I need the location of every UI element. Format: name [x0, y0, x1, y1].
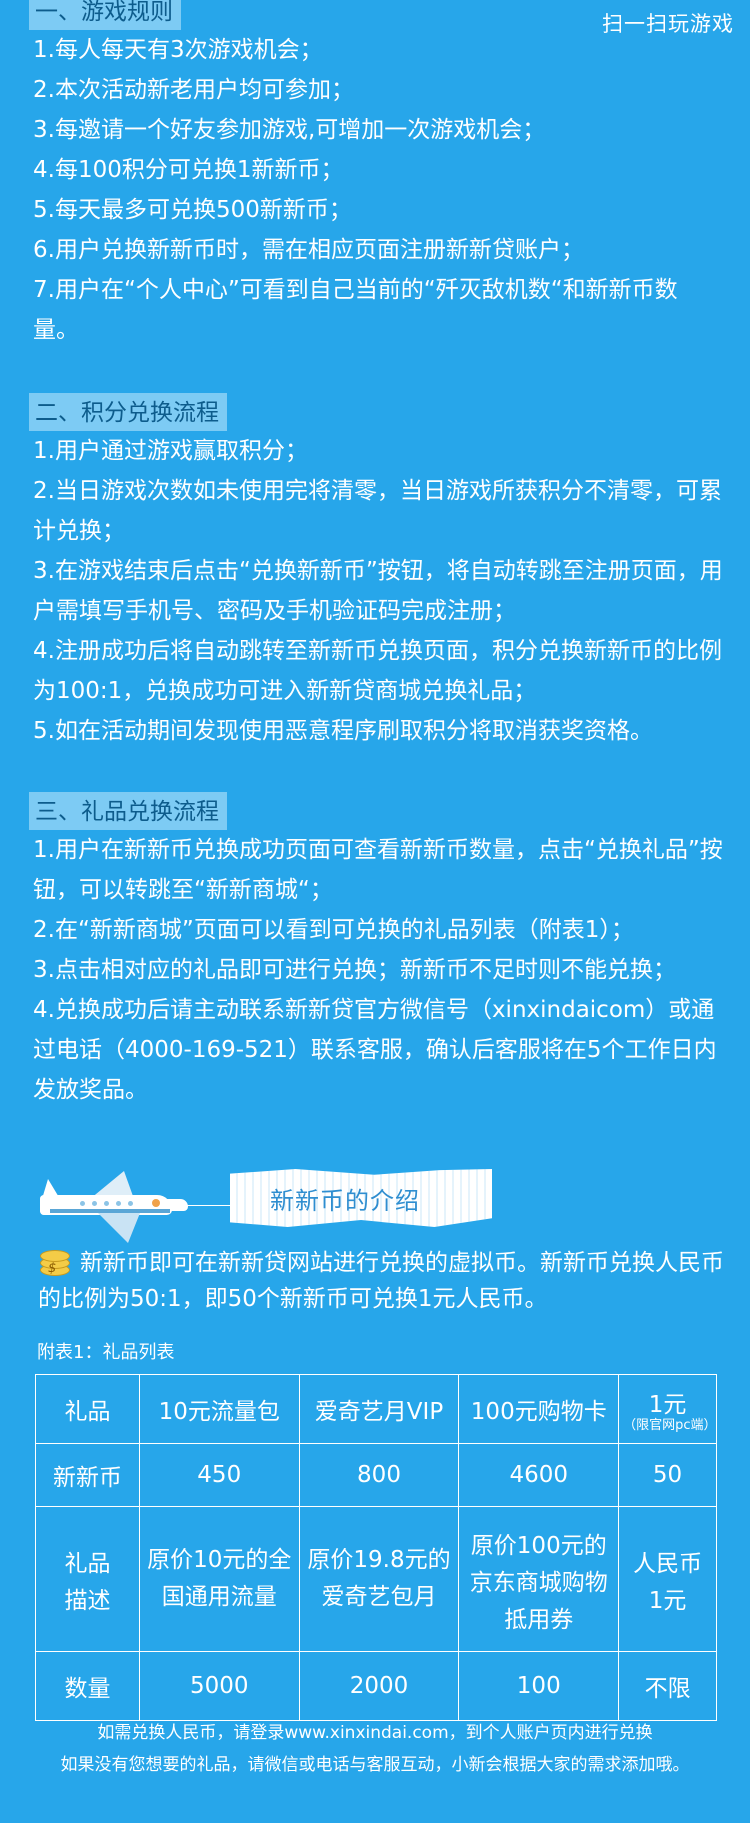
row-label: 礼品描述 [35, 1506, 140, 1652]
gift-coins: 50 [618, 1443, 717, 1507]
row-label: 礼品 [35, 1374, 140, 1444]
table-row: 数量 5000 2000 100 不限 [35, 1651, 717, 1721]
section-points-exchange: 二、积分兑换流程 1.用户通过游戏赢取积分； 2.当日游戏次数如未使用完将清零，… [0, 393, 750, 751]
gift-qty: 2000 [298, 1651, 460, 1721]
gift-desc: 人民币1元 [618, 1506, 717, 1652]
gift-table: 礼品 10元流量包 爱奇艺月VIP 100元购物卡 1元 （限官网pc端） 新新… [35, 1374, 717, 1721]
list-item: 7.用户在“个人中心”可看到自己当前的“歼灭敌机数“和新新币数量。 [33, 277, 678, 343]
list-item: 3.每邀请一个好友参加游戏,可增加一次游戏机会； [33, 117, 546, 143]
list-item: 1.用户通过游戏赢取积分； [33, 438, 308, 464]
list-item: 2.本次活动新老用户均可参加； [33, 77, 354, 103]
table-row: 新新币 450 800 4600 50 [35, 1443, 717, 1507]
intro-banner: 新新币的介绍 [40, 1163, 500, 1253]
list-item: 3.点击相对应的礼品即可进行兑换；新新币不足时则不能兑换； [33, 957, 676, 983]
gift-name[interactable]: 1元 （限官网pc端） [618, 1374, 717, 1444]
gift-qty: 100 [458, 1651, 620, 1721]
intro-text: 新新币即可在新新贷网站进行兑换的虚拟币。新新币兑换人民币的比例为50:1，即50… [38, 1250, 724, 1312]
list-item: 4.注册成功后将自动跳转至新新币兑换页面，积分兑换新新币的比例为100:1，兑换… [33, 638, 722, 704]
rules-list: 1.用户通过游戏赢取积分； 2.当日游戏次数如未使用完将清零，当日游戏所获积分不… [0, 431, 750, 751]
list-item: 1.用户在新新币兑换成功页面可查看新新币数量，点击“兑换礼品”按钮，可以转跳至“… [33, 837, 723, 903]
rules-list: 1.每人每天有3次游戏机会； 2.本次活动新老用户均可参加； 3.每邀请一个好友… [0, 30, 750, 350]
section-game-rules: 一、游戏规则 1.每人每天有3次游戏机会； 2.本次活动新老用户均可参加； 3.… [0, 0, 750, 350]
gift-qty: 不限 [618, 1651, 717, 1721]
gift-note: （限官网pc端） [623, 1418, 717, 1433]
footer-notes: 如需兑换人民币，请登录www.xinxindai.com，到个人账户页内进行兑换… [0, 1717, 750, 1781]
gift-desc: 原价100元的京东商城购物抵用券 [458, 1506, 620, 1652]
list-item: 6.用户兑换新新币时，需在相应页面注册新新贷账户； [33, 237, 584, 263]
gift-coins: 450 [138, 1443, 300, 1507]
gift-coins: 4600 [458, 1443, 620, 1507]
footer-line: 如需兑换人民币，请登录www.xinxindai.com，到个人账户页内进行兑换 [97, 1723, 653, 1743]
section-title: 三、礼品兑换流程 [29, 792, 227, 830]
list-item: 2.在“新新商城”页面可以看到可兑换的礼品列表（附表1）； [33, 917, 634, 943]
gift-desc: 原价19.8元的爱奇艺包月 [298, 1506, 460, 1652]
list-item: 2.当日游戏次数如未使用完将清零，当日游戏所获积分不清零，可累计兑换； [33, 478, 722, 544]
footer-line: 如果没有您想要的礼品，请微信或电话与客服互动，小新会根据大家的需求添加哦。 [60, 1755, 690, 1775]
table-caption: 附表1：礼品列表 [37, 1342, 175, 1363]
gift-coins: 800 [298, 1443, 460, 1507]
table-row: 礼品描述 原价10元的全国通用流量 原价19.8元的爱奇艺包月 原价100元的京… [35, 1506, 717, 1652]
gift-name[interactable]: 10元流量包 [138, 1374, 300, 1444]
section-title: 一、游戏规则 [29, 0, 181, 30]
rules-list: 1.用户在新新币兑换成功页面可查看新新币数量，点击“兑换礼品”按钮，可以转跳至“… [0, 830, 750, 1110]
gift-name[interactable]: 100元购物卡 [458, 1374, 620, 1444]
coin-stack-icon: $ [38, 1246, 70, 1276]
section-gift-exchange: 三、礼品兑换流程 1.用户在新新币兑换成功页面可查看新新币数量，点击“兑换礼品”… [0, 792, 750, 1110]
list-item: 3.在游戏结束后点击“兑换新新币”按钮，将自动转跳至注册页面，用户需填写手机号、… [33, 558, 723, 624]
list-item: 5.如在活动期间发现使用恶意程序刷取积分将取消获奖资格。 [33, 718, 653, 744]
table-row: 礼品 10元流量包 爱奇艺月VIP 100元购物卡 1元 （限官网pc端） [35, 1374, 717, 1444]
coin-intro: $ 新新币即可在新新贷网站进行兑换的虚拟币。新新币兑换人民币的比例为50:1，即… [38, 1245, 728, 1317]
gift-qty: 5000 [138, 1651, 300, 1721]
gift-name[interactable]: 爱奇艺月VIP [298, 1374, 460, 1444]
row-label: 数量 [35, 1651, 140, 1721]
section-title: 二、积分兑换流程 [29, 393, 227, 431]
list-item: 1.每人每天有3次游戏机会； [33, 37, 323, 63]
banner-title: 新新币的介绍 [270, 1187, 420, 1215]
list-item: 4.兑换成功后请主动联系新新贷官方微信号（xinxindaicom）或通过电话（… [33, 997, 717, 1103]
gift-desc: 原价10元的全国通用流量 [138, 1506, 300, 1652]
row-label: 新新币 [35, 1443, 140, 1507]
list-item: 4.每100积分可兑换1新新币； [33, 157, 344, 183]
list-item: 5.每天最多可兑换500新新币； [33, 197, 352, 223]
